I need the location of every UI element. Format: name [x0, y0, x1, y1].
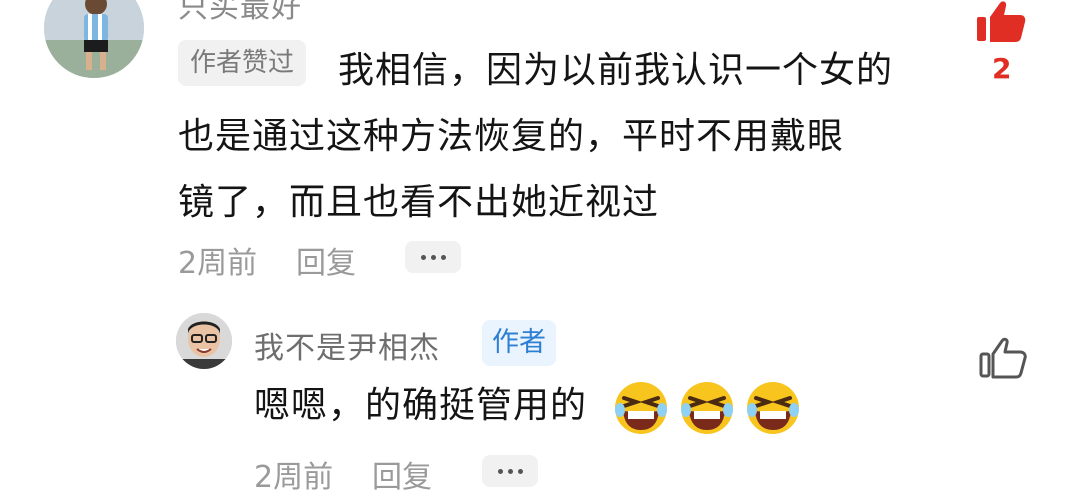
comment-timestamp: 2周前 — [178, 246, 258, 281]
comment-text-line-2: 也是通过这种方法恢复的，平时不用戴眼 — [178, 116, 845, 157]
commenter-avatar[interactable] — [44, 0, 144, 78]
dot-icon — [430, 254, 436, 260]
emoji-row — [612, 380, 802, 436]
thumbs-up-outline-icon[interactable] — [978, 336, 1028, 380]
dot-icon — [497, 468, 503, 474]
thumbs-up-icon[interactable] — [975, 0, 1027, 44]
replier-avatar[interactable] — [176, 313, 232, 369]
laughing-emoji-icon — [615, 382, 667, 434]
dot-icon — [420, 254, 426, 260]
dot-icon — [507, 468, 513, 474]
comment-text-line-3: 镜了，而且也看不出她近视过 — [178, 182, 660, 223]
more-options-button[interactable] — [405, 241, 461, 273]
reply-to-reply-button[interactable]: 回复 — [372, 452, 432, 496]
reply-timestamp: 2周前 — [254, 460, 334, 495]
dot-icon — [440, 254, 446, 260]
dot-icon — [517, 468, 523, 474]
comment-text-line-1: 我相信，因为以前我认识一个女的 — [338, 50, 894, 91]
replier-username[interactable]: 我不是尹相杰 — [254, 323, 440, 367]
author-badge: 作者 — [482, 320, 556, 366]
laughing-emoji-icon — [681, 382, 733, 434]
more-options-button-reply[interactable] — [482, 455, 538, 487]
laughing-emoji-icon — [747, 382, 799, 434]
like-count: 2 — [992, 52, 1012, 85]
author-liked-badge: 作者赞过 — [178, 40, 307, 86]
reply-text: 嗯嗯，的确挺管用的 — [254, 385, 588, 426]
commenter-username[interactable]: 只买最好 — [178, 0, 302, 26]
reply-button[interactable]: 回复 — [296, 238, 356, 282]
